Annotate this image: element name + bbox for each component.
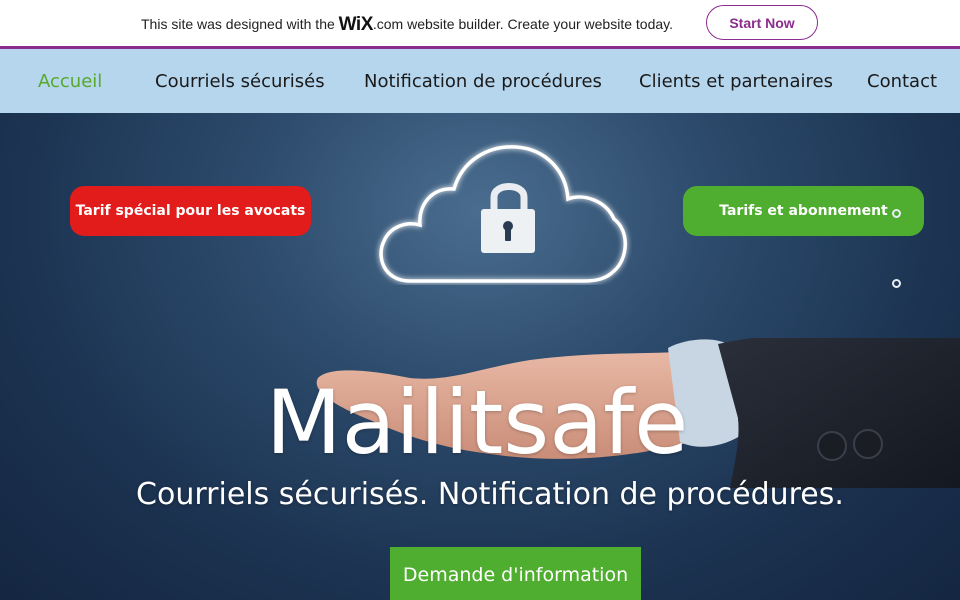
- wix-logo-suffix: .com: [372, 16, 404, 32]
- wix-promo-text: This site was designed with the WiX.com …: [141, 14, 673, 36]
- wix-logo[interactable]: WiX: [339, 14, 374, 35]
- nav-item-notification-de-procedures[interactable]: Notification de procédures: [364, 71, 602, 92]
- hero-title: Mailitsafe: [265, 371, 689, 474]
- pricing-button[interactable]: Tarifs et abonnement: [683, 186, 924, 236]
- nav-item-contact[interactable]: Contact: [867, 71, 937, 92]
- slide-dot[interactable]: [892, 279, 901, 288]
- wix-promo-text-after: website builder. Create your website tod…: [403, 16, 673, 32]
- nav-item-accueil[interactable]: Accueil: [38, 71, 102, 92]
- wix-promo-text-before: This site was designed with the: [141, 16, 339, 32]
- request-info-button[interactable]: Demande d'information: [390, 547, 641, 600]
- nav-item-clients-et-partenaires[interactable]: Clients et partenaires: [639, 71, 833, 92]
- hero-subtitle: Courriels sécurisés. Notification de pro…: [136, 477, 844, 512]
- wix-promo-banner: This site was designed with the WiX.com …: [0, 0, 960, 49]
- slide-dot[interactable]: [892, 209, 901, 218]
- cloud-lock-icon: [379, 145, 627, 283]
- main-nav: Accueil Courriels sécurisés Notification…: [0, 49, 960, 113]
- nav-item-courriels-securises[interactable]: Courriels sécurisés: [155, 71, 325, 92]
- lawyer-rate-button[interactable]: Tarif spécial pour les avocats: [70, 186, 311, 236]
- start-now-button[interactable]: Start Now: [706, 5, 818, 40]
- hero-section: Tarif spécial pour les avocats Tarifs et…: [0, 113, 960, 600]
